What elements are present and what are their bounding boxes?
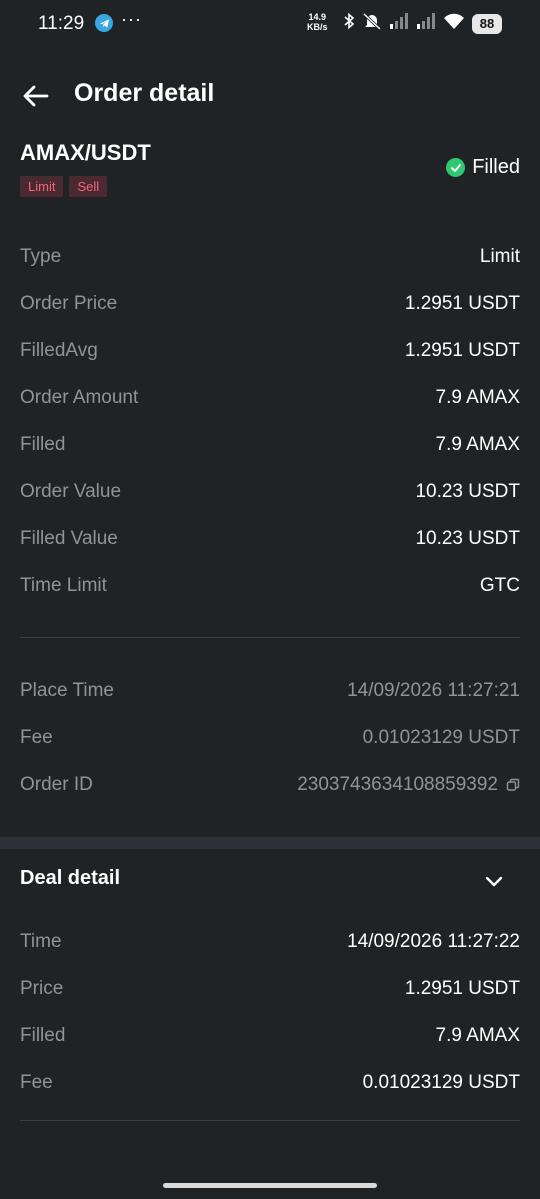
wifi-icon xyxy=(443,12,465,35)
meta-label: Order ID xyxy=(20,773,93,795)
mute-bell-icon xyxy=(362,12,382,35)
detail-value: Limit xyxy=(479,245,520,267)
detail-value: 10.23 USDT xyxy=(415,480,520,502)
status-icons: 88 xyxy=(343,12,502,35)
more-notifications-icon: ··· xyxy=(121,9,142,29)
detail-value: 10.23 USDT xyxy=(415,527,520,549)
meta-row-fee: Fee 0.01023129 USDT xyxy=(20,714,520,761)
order-status: Filled xyxy=(446,156,520,179)
order-summary: AMAX/USDT Limit Sell Filled xyxy=(20,140,520,202)
detail-label: Order Price xyxy=(20,292,118,314)
detail-value: 1.2951 USDT xyxy=(404,292,520,314)
order-meta: Place Time 14/09/2026 11:27:21 Fee 0.010… xyxy=(20,667,520,808)
meta-label: Place Time xyxy=(20,679,114,701)
meta-value: 0.01023129 USDT xyxy=(362,726,520,748)
meta-value: 14/09/2026 11:27:21 xyxy=(347,679,520,701)
deal-label: Price xyxy=(20,977,64,999)
deal-value: 0.01023129 USDT xyxy=(362,1071,520,1093)
deal-row-time: Time 14/09/2026 11:27:22 xyxy=(20,918,520,965)
deal-row-fee: Fee 0.01023129 USDT xyxy=(20,1059,520,1106)
detail-value: GTC xyxy=(479,574,520,596)
network-speed: 14.9 KB/s xyxy=(307,12,328,32)
detail-label: Order Amount xyxy=(20,386,139,408)
detail-row-time-limit: Time Limit GTC xyxy=(20,562,520,609)
deal-value: 7.9 AMAX xyxy=(435,1024,521,1046)
detail-label: Order Value xyxy=(20,480,122,502)
deal-row-filled: Filled 7.9 AMAX xyxy=(20,1012,520,1059)
order-side-tag: Sell xyxy=(69,176,108,197)
order-details: Type Limit Order Price 1.2951 USDT Fille… xyxy=(20,233,520,609)
detail-value: 7.9 AMAX xyxy=(435,386,521,408)
detail-row-order-price: Order Price 1.2951 USDT xyxy=(20,280,520,327)
meta-row-place-time: Place Time 14/09/2026 11:27:21 xyxy=(20,667,520,714)
detail-label: FilledAvg xyxy=(20,339,98,361)
divider xyxy=(20,637,520,638)
signal-1-icon xyxy=(389,12,409,35)
detail-label: Time Limit xyxy=(20,574,107,596)
section-separator xyxy=(0,837,540,849)
detail-value: 1.2951 USDT xyxy=(404,339,520,361)
meta-label: Fee xyxy=(20,726,53,748)
network-speed-value: 14.9 xyxy=(308,12,327,22)
order-status-label: Filled xyxy=(472,156,520,178)
meta-row-order-id: Order ID 2303743634108859392 xyxy=(20,761,520,808)
network-speed-unit: KB/s xyxy=(307,22,328,32)
detail-label: Filled Value xyxy=(20,527,118,549)
deal-value: 1.2951 USDT xyxy=(404,977,520,999)
battery-icon: 88 xyxy=(472,13,502,34)
status-time: 11:29 xyxy=(38,13,85,34)
detail-row-filled-avg: FilledAvg 1.2951 USDT xyxy=(20,327,520,374)
deal-label: Time xyxy=(20,930,62,952)
order-id-text: 2303743634108859392 xyxy=(297,773,498,795)
deal-label: Filled xyxy=(20,1024,66,1046)
deal-row-price: Price 1.2951 USDT xyxy=(20,965,520,1012)
deal-detail-title: Deal detail xyxy=(20,867,121,889)
signal-2-icon xyxy=(416,12,436,35)
bluetooth-icon xyxy=(343,12,355,35)
detail-label: Filled xyxy=(20,433,66,455)
order-tags: Limit Sell xyxy=(20,176,108,197)
detail-label: Type xyxy=(20,245,62,267)
detail-row-filled-value: Filled Value 10.23 USDT xyxy=(20,515,520,562)
check-circle-icon xyxy=(446,158,466,177)
home-indicator[interactable] xyxy=(163,1183,377,1188)
detail-row-filled: Filled 7.9 AMAX xyxy=(20,421,520,468)
divider xyxy=(20,1120,520,1121)
header: Order detail xyxy=(0,70,540,120)
order-id-value: 2303743634108859392 xyxy=(297,774,520,796)
detail-row-type: Type Limit xyxy=(20,233,520,280)
deal-detail-rows: Time 14/09/2026 11:27:22 Price 1.2951 US… xyxy=(20,918,520,1106)
chevron-down-icon[interactable] xyxy=(482,869,506,893)
telegram-icon xyxy=(95,14,113,32)
deal-value: 14/09/2026 11:27:22 xyxy=(347,930,520,952)
copy-icon[interactable] xyxy=(506,778,520,792)
order-type-tag: Limit xyxy=(20,176,64,197)
detail-row-order-amount: Order Amount 7.9 AMAX xyxy=(20,374,520,421)
detail-value: 7.9 AMAX xyxy=(435,433,521,455)
trading-pair: AMAX/USDT xyxy=(20,140,151,165)
arrow-left-icon xyxy=(23,85,49,107)
detail-row-order-value: Order Value 10.23 USDT xyxy=(20,468,520,515)
back-button[interactable] xyxy=(20,80,52,112)
status-bar: 11:29 ··· 14.9 KB/s 88 xyxy=(0,0,540,48)
deal-detail-header[interactable]: Deal detail xyxy=(20,857,520,901)
page-title: Order detail xyxy=(74,79,215,107)
deal-label: Fee xyxy=(20,1071,53,1093)
